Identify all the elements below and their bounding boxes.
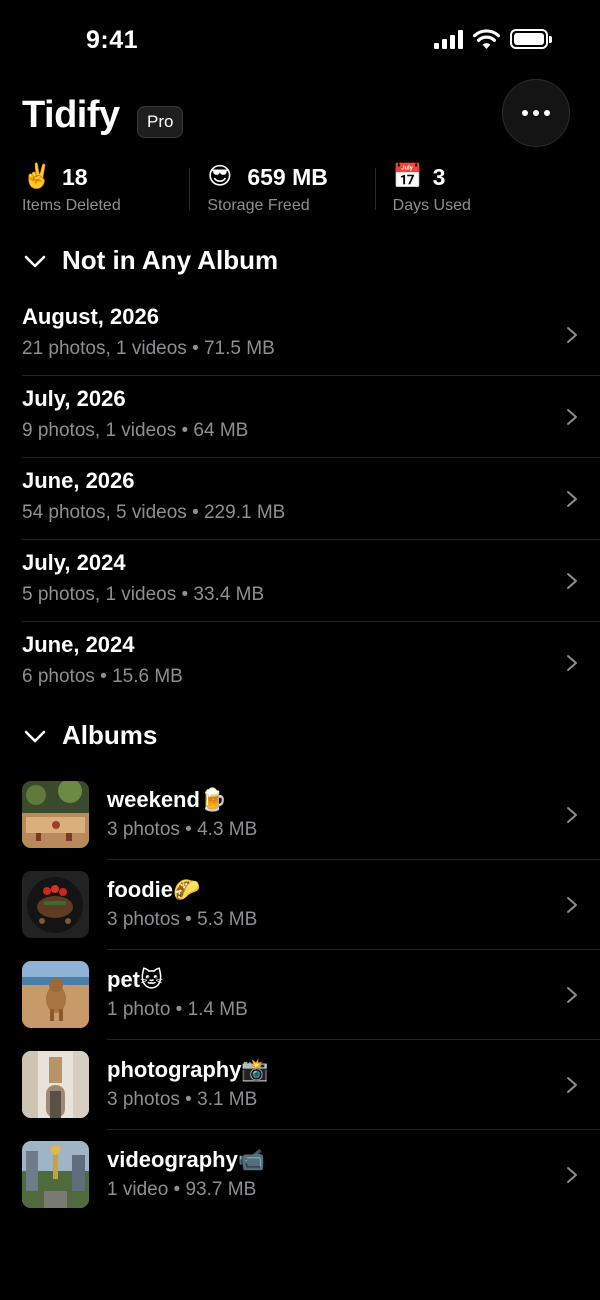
stat-divider xyxy=(189,168,191,210)
stat-value: 659 MB xyxy=(247,163,328,190)
album-list: weekend🍺 3 photos • 4.3 MB foodie🌮 3 pho… xyxy=(22,770,600,1220)
month-name: July, 2024 xyxy=(22,550,126,575)
album-name: foodie🌮 xyxy=(107,877,201,902)
chevron-right-icon xyxy=(567,327,577,343)
month-name: June, 2026 xyxy=(22,468,135,493)
chevron-right-icon xyxy=(567,897,577,913)
pro-badge[interactable]: Pro xyxy=(137,106,184,138)
stat-storage-freed: 😎 659 MB Storage Freed xyxy=(207,160,392,220)
chevron-right-icon xyxy=(567,1077,577,1093)
chevron-right-icon xyxy=(567,655,577,671)
wifi-icon xyxy=(473,29,500,49)
month-row[interactable]: June, 2026 54 photos, 5 videos • 229.1 M… xyxy=(22,458,600,540)
sunglasses-face-icon: 😎 xyxy=(207,163,233,190)
stat-divider xyxy=(374,168,376,210)
album-meta: 3 photos • 3.1 MB xyxy=(107,1089,258,1110)
section-albums-header[interactable]: Albums xyxy=(22,720,157,751)
section-title: Not in Any Album xyxy=(62,245,279,275)
month-row[interactable]: June, 2024 6 photos • 15.6 MB xyxy=(22,622,600,704)
album-row[interactable]: pet🐱 1 photo • 1.4 MB xyxy=(22,950,600,1040)
album-name: pet🐱 xyxy=(107,967,163,992)
status-bar: 9:41 xyxy=(0,0,600,80)
stat-label: Storage Freed xyxy=(207,197,310,214)
album-thumbnail xyxy=(22,1141,89,1208)
month-list: August, 2026 21 photos, 1 videos • 71.5 … xyxy=(22,294,600,704)
album-thumbnail xyxy=(22,871,89,938)
chevron-down-icon xyxy=(24,730,46,742)
album-row[interactable]: videography📹 1 video • 93.7 MB xyxy=(22,1130,600,1220)
stat-items-deleted: ✌️ 18 Items Deleted xyxy=(22,160,207,220)
header: Tidify Pro xyxy=(22,79,570,150)
month-name: July, 2026 xyxy=(22,386,126,411)
chevron-right-icon xyxy=(567,987,577,1003)
chevron-right-icon xyxy=(567,807,577,823)
chevron-down-icon xyxy=(24,255,46,267)
stat-days-used: 📅 3 Days Used xyxy=(393,160,578,220)
more-options-button[interactable] xyxy=(502,79,570,147)
cellular-signal-icon xyxy=(434,29,463,49)
month-row[interactable]: August, 2026 21 photos, 1 videos • 71.5 … xyxy=(22,294,600,376)
battery-icon xyxy=(510,29,552,49)
album-row[interactable]: foodie🌮 3 photos • 5.3 MB xyxy=(22,860,600,950)
section-title: Albums xyxy=(62,720,158,750)
chevron-right-icon xyxy=(567,409,577,425)
album-thumbnail xyxy=(22,781,89,848)
chevron-right-icon xyxy=(567,1167,577,1183)
album-meta: 3 photos • 4.3 MB xyxy=(107,819,258,840)
month-meta: 5 photos, 1 videos • 33.4 MB xyxy=(22,584,265,605)
chevron-right-icon xyxy=(567,491,577,507)
album-thumbnail xyxy=(22,961,89,1028)
album-meta: 1 photo • 1.4 MB xyxy=(107,999,248,1020)
stat-value: 18 xyxy=(62,163,88,190)
month-meta: 9 photos, 1 videos • 64 MB xyxy=(22,420,249,441)
stat-label: Days Used xyxy=(392,197,471,214)
status-icons xyxy=(434,29,552,49)
section-not-in-album-header[interactable]: Not in Any Album xyxy=(22,245,278,276)
stats-row: ✌️ 18 Items Deleted 😎 659 MB Storage Fre… xyxy=(22,160,578,220)
calendar-icon: 📅 xyxy=(392,163,423,190)
stat-value: 3 xyxy=(432,163,446,190)
month-meta: 21 photos, 1 videos • 71.5 MB xyxy=(22,338,275,359)
album-row[interactable]: photography📸 3 photos • 3.1 MB xyxy=(22,1040,600,1130)
month-name: August, 2026 xyxy=(22,304,159,329)
album-row[interactable]: weekend🍺 3 photos • 4.3 MB xyxy=(22,770,600,860)
month-row[interactable]: July, 2024 5 photos, 1 videos • 33.4 MB xyxy=(22,540,600,622)
album-thumbnail xyxy=(22,1051,89,1118)
more-dots-icon xyxy=(522,110,528,116)
album-name: weekend🍺 xyxy=(107,787,228,812)
month-meta: 6 photos • 15.6 MB xyxy=(22,666,183,687)
chevron-right-icon xyxy=(567,573,577,589)
album-meta: 1 video • 93.7 MB xyxy=(107,1179,257,1200)
app-title: Tidify xyxy=(22,94,120,136)
album-meta: 3 photos • 5.3 MB xyxy=(107,909,258,930)
month-row[interactable]: July, 2026 9 photos, 1 videos • 64 MB xyxy=(22,376,600,458)
victory-hand-icon: ✌️ xyxy=(22,163,52,190)
stat-label: Items Deleted xyxy=(22,197,121,214)
month-name: June, 2024 xyxy=(22,632,135,657)
status-time: 9:41 xyxy=(86,26,139,54)
month-meta: 54 photos, 5 videos • 229.1 MB xyxy=(22,502,286,523)
album-name: photography📸 xyxy=(107,1057,269,1082)
album-name: videography📹 xyxy=(107,1147,266,1172)
